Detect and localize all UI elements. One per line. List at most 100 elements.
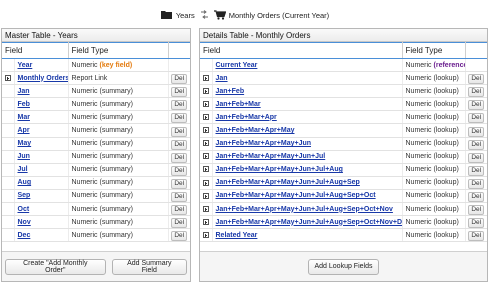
details-row-expander-cell[interactable]: [200, 97, 213, 112]
plus-box-icon[interactable]: [202, 100, 209, 107]
details-row-expander-cell[interactable]: [200, 176, 213, 190]
plus-box-icon[interactable]: [202, 231, 209, 238]
delete-button[interactable]: Del: [171, 152, 188, 163]
details-field-type-cell: Numeric (lookup): [402, 176, 466, 190]
delete-button[interactable]: Del: [171, 126, 188, 137]
details-row-expander-cell[interactable]: [200, 189, 213, 204]
delete-button[interactable]: Del: [171, 74, 188, 84]
create-add-monthly-order-button[interactable]: Create "Add Monthly Order": [5, 258, 106, 275]
details-field-type: Numeric (lookup): [405, 166, 459, 174]
master-row-expander-cell: [2, 123, 15, 138]
delete-button[interactable]: Del: [171, 100, 188, 110]
plus-box-icon[interactable]: [202, 179, 209, 186]
details-field-link[interactable]: Jan+Feb+Mar+Apr+May+Jun: [216, 140, 312, 147]
master-field-link[interactable]: Feb: [18, 101, 30, 108]
delete-button[interactable]: Del: [468, 87, 485, 97]
master-row-actions-cell: Del: [168, 110, 190, 125]
plus-box-icon[interactable]: [202, 87, 209, 94]
master-row-actions-cell: Del: [168, 84, 190, 99]
master-field-link[interactable]: Jul: [18, 166, 28, 173]
details-field-link[interactable]: Jan: [216, 75, 228, 82]
plus-box-icon[interactable]: [202, 127, 209, 134]
details-field-link[interactable]: Current Year: [216, 62, 258, 69]
master-field-link[interactable]: Monthly Orders: [18, 75, 68, 82]
details-row-expander-cell[interactable]: [200, 228, 213, 243]
master-field-link[interactable]: Mar: [18, 114, 30, 121]
delete-button[interactable]: Del: [468, 231, 485, 241]
delete-button[interactable]: Del: [468, 74, 485, 84]
breadcrumb-details[interactable]: Monthly Orders (Current Year): [213, 10, 329, 20]
delete-button[interactable]: Del: [171, 165, 188, 176]
delete-button[interactable]: Del: [171, 218, 188, 228]
master-field-link[interactable]: Oct: [18, 206, 30, 213]
master-field-row: Jun Numeric (summary) Del: [2, 150, 190, 164]
plus-box-icon[interactable]: [202, 166, 209, 173]
master-row-expander-cell[interactable]: [2, 71, 15, 86]
plus-box-icon[interactable]: [4, 74, 11, 81]
details-row-expander-cell[interactable]: [200, 150, 213, 164]
add-summary-field-button[interactable]: Add Summary Field: [111, 258, 187, 275]
add-lookup-fields-button[interactable]: Add Lookup Fields: [307, 258, 380, 275]
details-row-expander-cell[interactable]: [200, 202, 213, 217]
master-field-link[interactable]: Jun: [18, 153, 30, 160]
delete-button[interactable]: Del: [468, 205, 485, 215]
delete-button[interactable]: Del: [468, 113, 485, 123]
master-row-actions-cell: Del: [168, 137, 190, 151]
details-field-link[interactable]: Jan+Feb+Mar: [216, 101, 261, 108]
master-field-link[interactable]: Dec: [18, 232, 31, 239]
details-field-row: Jan+Feb+Mar+Apr+May+Jun+Jul+Aug+Sep+Oct+…: [200, 202, 487, 217]
plus-box-icon[interactable]: [202, 153, 209, 160]
details-field-link[interactable]: Jan+Feb+Mar+Apr+May+Jun+Jul+Aug+Sep+Oct+…: [216, 219, 402, 226]
details-field-link[interactable]: Jan+Feb+Mar+Apr+May+Jun+Jul+Aug+Sep+Oct+…: [216, 206, 393, 213]
delete-button[interactable]: Del: [468, 100, 485, 110]
master-field-link[interactable]: Year: [18, 62, 33, 69]
plus-box-icon[interactable]: [202, 218, 209, 225]
details-field-link[interactable]: Jan+Feb+Mar+Apr+May+Jun+Jul+Aug+Sep: [216, 179, 360, 186]
delete-button[interactable]: Del: [468, 178, 485, 189]
delete-button[interactable]: Del: [171, 205, 188, 215]
folder-icon: [160, 11, 172, 19]
delete-button[interactable]: Del: [171, 113, 188, 123]
details-row-expander-cell[interactable]: [200, 71, 213, 86]
delete-button[interactable]: Del: [468, 165, 485, 176]
delete-button[interactable]: Del: [171, 87, 188, 97]
plus-box-icon[interactable]: [202, 114, 209, 121]
master-field-link[interactable]: Aug: [18, 179, 32, 186]
details-field-type-cell: Numeric (lookup): [402, 84, 466, 99]
details-field-link[interactable]: Jan+Feb+Mar+Apr+May+Jun+Jul+Aug+Sep+Oct: [216, 192, 376, 199]
delete-button[interactable]: Del: [171, 191, 188, 202]
details-field-type-cell: Numeric (lookup): [402, 215, 466, 230]
delete-button[interactable]: Del: [468, 139, 485, 150]
details-field-link[interactable]: Jan+Feb+Mar+Apr+May+Jun+Jul: [216, 153, 326, 160]
delete-button[interactable]: Del: [171, 178, 188, 189]
plus-box-icon[interactable]: [202, 140, 209, 147]
details-row-expander-cell[interactable]: [200, 84, 213, 99]
delete-button[interactable]: Del: [468, 191, 485, 202]
plus-box-icon[interactable]: [202, 205, 209, 212]
details-field-link[interactable]: Jan+Feb: [216, 88, 245, 95]
master-field-link[interactable]: May: [18, 140, 32, 147]
details-row-expander-cell[interactable]: [200, 215, 213, 230]
master-field-link[interactable]: Jan: [18, 88, 30, 95]
master-field-link[interactable]: Sep: [18, 192, 31, 199]
master-row-expander-cell: [2, 58, 15, 73]
delete-button[interactable]: Del: [171, 231, 188, 241]
plus-box-icon[interactable]: [202, 192, 209, 199]
details-field-link[interactable]: Jan+Feb+Mar+Apr: [216, 114, 277, 121]
details-field-link[interactable]: Related Year: [216, 232, 258, 239]
master-field-row: Year Numeric (key field): [2, 58, 190, 73]
details-row-expander-cell[interactable]: [200, 123, 213, 138]
breadcrumb-master[interactable]: Years: [160, 10, 195, 20]
delete-button[interactable]: Del: [468, 126, 485, 137]
delete-button[interactable]: Del: [171, 139, 188, 150]
master-field-link[interactable]: Apr: [18, 127, 30, 134]
delete-button[interactable]: Del: [468, 218, 485, 228]
details-row-expander-cell[interactable]: [200, 110, 213, 125]
details-field-link[interactable]: Jan+Feb+Mar+Apr+May: [216, 127, 295, 134]
details-row-expander-cell[interactable]: [200, 163, 213, 177]
plus-box-icon[interactable]: [202, 74, 209, 81]
delete-button[interactable]: Del: [468, 152, 485, 163]
details-field-link[interactable]: Jan+Feb+Mar+Apr+May+Jun+Jul+Aug: [216, 166, 343, 173]
details-row-expander-cell[interactable]: [200, 137, 213, 151]
master-field-link[interactable]: Nov: [18, 219, 31, 226]
